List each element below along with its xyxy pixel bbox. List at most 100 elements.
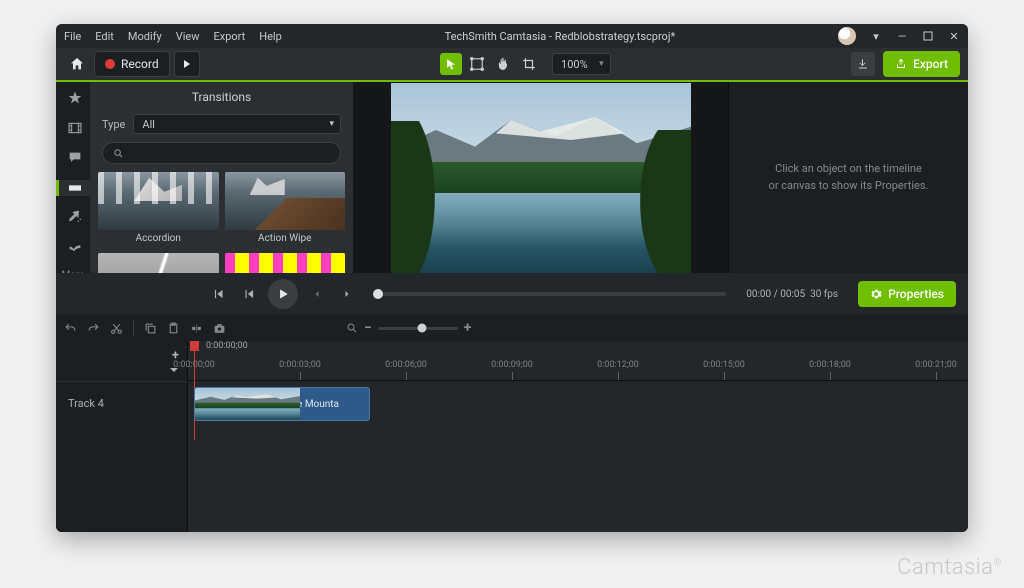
timeline-ruler[interactable]: 0:00:00;00 0:00:00;000:00:03;000:00:06;0… [188,341,968,381]
rail-annotations[interactable] [56,150,90,166]
zoom-select[interactable]: 100% [552,53,611,75]
panel-title: Transitions [90,82,353,110]
zoom-in-button[interactable]: + [464,320,472,336]
ruler-tick-label: 0:00:15;00 [703,360,745,370]
canvas-viewport[interactable] [354,82,728,273]
user-avatar[interactable] [838,27,856,45]
canvas-frame[interactable] [391,83,691,273]
step-back-button[interactable] [238,283,260,305]
menu-export[interactable]: Export [213,30,245,43]
prev-marker-button[interactable] [306,283,328,305]
record-button[interactable]: Record [94,51,170,77]
menu-modify[interactable]: Modify [128,30,162,43]
export-button[interactable]: Export [883,51,960,77]
undo-button[interactable] [64,322,77,335]
home-button[interactable] [64,51,90,77]
ruler-tick-label: 0:00:18;00 [809,360,851,370]
prev-frame-button[interactable] [208,283,230,305]
close-icon[interactable]: ✕ [948,30,960,42]
ruler-tick-label: 0:00:03;00 [279,360,321,370]
menu-help[interactable]: Help [259,30,282,43]
type-select[interactable]: All [133,114,341,134]
properties-button[interactable]: Properties [858,281,956,307]
transitions-panel: Transitions Type All Accordion Action Wi… [90,82,354,273]
playback-time: 00:00 / 00:05 30 fps [746,289,838,300]
search-input[interactable] [102,142,341,164]
gear-icon [870,288,882,300]
copy-button[interactable] [144,322,157,335]
timeline: + Track 4 0:00:00;00 0:00:00;000:00:03;0… [56,341,968,532]
avatar-dropdown-icon[interactable]: ▾ [870,30,882,42]
zoom-slider[interactable] [378,327,458,330]
ruler-tick-label: 0:00:09;00 [491,360,533,370]
record-dot-icon [105,59,115,69]
track-header[interactable]: Track 4 [56,381,187,425]
crop-tool-icon[interactable] [518,53,540,75]
export-label: Export [913,57,948,71]
download-button[interactable] [851,52,875,76]
transition-grid: Accordion Action Wipe Angled Line Wipe A… [90,172,353,273]
maximize-icon[interactable] [922,30,934,42]
type-value: All [142,118,155,131]
record-label: Record [121,57,159,71]
search-icon [113,148,124,159]
titlebar: File Edit Modify View Export Help TechSm… [56,24,968,48]
resize-tool-icon[interactable] [466,53,488,75]
scrubber-thumb[interactable] [373,289,383,299]
paste-button[interactable] [167,322,180,335]
record-next-button[interactable] [174,51,200,77]
cut-button[interactable] [110,322,123,335]
play-button[interactable] [268,279,298,309]
pan-tool-icon[interactable] [492,53,514,75]
zoom-out-button[interactable]: − [364,320,372,336]
select-tool-icon[interactable] [440,53,462,75]
zoom-slider-thumb[interactable] [417,324,426,333]
properties-panel: Click an object on the timeline or canva… [728,82,968,273]
rail-transitions[interactable] [56,180,90,196]
thumb-label: Action Wipe [225,230,346,247]
toolbar-right: Export [851,51,960,77]
rail-behaviors[interactable] [56,210,90,226]
split-button[interactable] [190,322,203,335]
canvas-area [354,82,728,273]
transition-accordion[interactable]: Accordion [98,172,219,247]
menu-edit[interactable]: Edit [95,30,114,43]
ruler-tick-label: 0:00:06;00 [385,360,427,370]
transition-action-wipe[interactable]: Action Wipe [225,172,346,247]
timeline-clip[interactable]: Braies Lake Mounta [194,387,370,421]
menu-bar: File Edit Modify View Export Help [64,30,282,43]
playhead-timecode: 0:00:00;00 [206,341,248,351]
window-title: TechSmith Camtasia - Redblobstrategy.tsc… [282,30,838,43]
menu-view[interactable]: View [176,30,200,43]
properties-label: Properties [888,287,944,301]
app-window: File Edit Modify View Export Help TechSm… [56,24,968,532]
thumb-label: Accordion [98,230,219,247]
canvas-tools: 100% [200,53,851,75]
preview-image [391,83,691,273]
playback-scrubber[interactable] [378,292,726,296]
redo-button[interactable] [87,322,100,335]
rail-favorites[interactable] [56,90,90,106]
zoom-fit-icon[interactable] [346,322,358,334]
timeline-tracks[interactable]: Braies Lake Mounta [188,381,968,532]
transition-angled-sliders[interactable]: Angled Sliders [225,253,346,273]
minimize-icon[interactable]: — [896,30,908,42]
main-area: More Transitions Type All Accordion [56,82,968,273]
share-icon [895,58,907,70]
timeline-body[interactable]: 0:00:00;00 0:00:00;000:00:03;000:00:06;0… [188,341,968,532]
next-marker-button[interactable] [336,283,358,305]
timeline-track-headers: + Track 4 [56,341,188,532]
properties-placeholder: Click an object on the timeline or canva… [769,161,929,194]
timeline-zoom: − + [346,320,471,336]
main-toolbar: Record 100% Export [56,48,968,82]
clip-thumbnail [195,388,245,420]
zoom-value: 100% [561,58,588,71]
type-label: Type [102,118,125,131]
rail-media[interactable] [56,120,90,136]
ruler-tick-label: 0:00:21;00 [915,360,957,370]
rail-cursor[interactable] [56,240,90,256]
playback-bar: 00:00 / 00:05 30 fps Properties [56,273,968,315]
transition-angled-line-wipe[interactable]: Angled Line Wipe [98,253,219,273]
menu-file[interactable]: File [64,30,81,43]
screenshot-button[interactable] [213,322,226,335]
